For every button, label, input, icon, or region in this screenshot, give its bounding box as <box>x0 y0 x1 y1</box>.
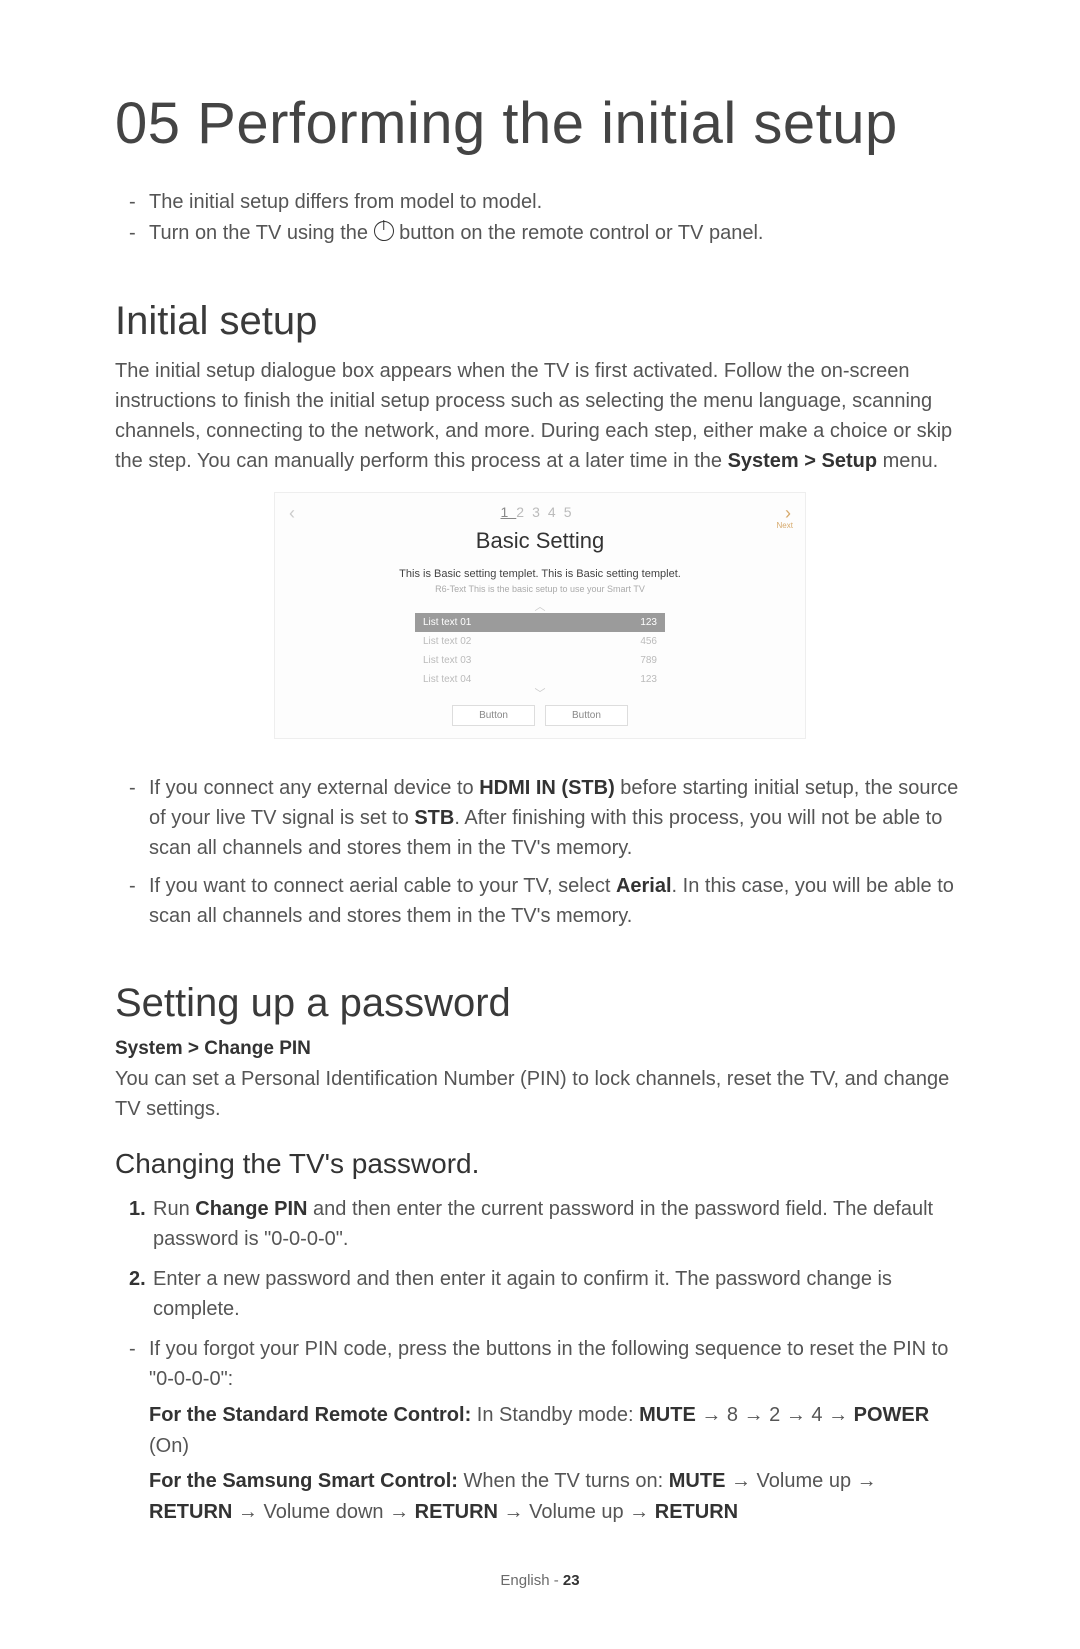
reset-sequence: For the Samsung Smart Control: When the … <box>149 1466 965 1528</box>
text: → Volume up → <box>725 1470 876 1492</box>
section-heading: Initial setup <box>115 299 965 344</box>
power-icon <box>374 221 394 241</box>
text: Run <box>153 1198 195 1220</box>
list-item: List text 04 123 <box>415 670 665 689</box>
list-label: List text 03 <box>423 655 471 666</box>
section-heading: Setting up a password <box>115 981 965 1026</box>
figure-subtext: R6-Text This is the basic setup to use y… <box>275 584 805 594</box>
menu-path: System > Change PIN <box>115 1038 965 1060</box>
text: button on the remote control or TV panel… <box>394 222 764 244</box>
text: Turn on the TV using the <box>149 222 374 244</box>
step-number: 1 <box>501 504 517 520</box>
page-footer: English - 23 <box>115 1572 965 1589</box>
text: → Volume up → <box>498 1501 655 1523</box>
reset-sequence: For the Standard Remote Control: In Stan… <box>149 1400 965 1462</box>
chevron-down-icon: ﹀ <box>275 691 805 698</box>
text: If you want to connect aerial cable to y… <box>149 875 616 897</box>
list-label: List text 02 <box>423 636 471 647</box>
list-item: List text 01 123 <box>415 613 665 632</box>
next-label: Next <box>777 521 793 530</box>
subsection-heading: Changing the TV's password. <box>115 1148 965 1180</box>
step-number: 4 <box>548 504 564 520</box>
term: Change PIN <box>195 1198 307 1220</box>
figure-top-bar: ‹ 12345 ›Next <box>275 503 805 524</box>
chevron-up-icon: ︿ <box>275 604 805 611</box>
chevron-left-icon: ‹ <box>289 503 295 524</box>
step-number: 2 <box>516 504 532 520</box>
chevron-right-icon: ›Next <box>785 503 791 524</box>
label: For the Samsung Smart Control: <box>149 1470 458 1492</box>
page-number: 23 <box>563 1572 580 1589</box>
sub-notes: If you forgot your PIN code, press the b… <box>129 1334 965 1394</box>
intro-item: The initial setup differs from model to … <box>129 187 965 218</box>
label: For the Standard Remote Control: <box>149 1404 471 1426</box>
list-value: 123 <box>640 617 657 628</box>
figure-list: List text 01 123 List text 02 456 List tex… <box>415 613 665 689</box>
step-item: Enter a new password and then enter it a… <box>129 1264 965 1324</box>
step-item: Run Change PIN and then enter the curren… <box>129 1194 965 1254</box>
list-label: List text 01 <box>423 617 471 628</box>
step-number: 3 <box>532 504 548 520</box>
text: In Standby mode: <box>471 1404 639 1426</box>
notes-list: If you connect any external device to HD… <box>129 773 965 931</box>
footer-language: English - <box>500 1572 563 1589</box>
intro-item: Turn on the TV using the button on the r… <box>129 218 965 249</box>
document-page: 05 Performing the initial setup The init… <box>0 0 1080 1649</box>
note-item: If you connect any external device to HD… <box>129 773 965 863</box>
menu-path: System > Setup <box>728 450 878 472</box>
key: RETURN <box>415 1501 498 1523</box>
figure-button: Button <box>545 705 628 726</box>
list-value: 789 <box>640 655 657 666</box>
setup-dialog-figure: ‹ 12345 ›Next Basic Setting This is Basi… <box>274 492 806 739</box>
body-paragraph: You can set a Personal Identification Nu… <box>115 1064 965 1124</box>
term: HDMI IN (STB) <box>479 777 615 799</box>
key: RETURN <box>149 1501 232 1523</box>
text: menu. <box>877 450 938 472</box>
intro-list: The initial setup differs from model to … <box>129 187 965 249</box>
text: → 8 → 2 → 4 → <box>696 1404 854 1426</box>
chapter-title: 05 Performing the initial setup <box>115 90 965 157</box>
body-paragraph: The initial setup dialogue box appears w… <box>115 356 965 476</box>
step-number: 5 <box>564 504 580 520</box>
key: RETURN <box>655 1501 738 1523</box>
text: If you connect any external device to <box>149 777 479 799</box>
term: Aerial <box>616 875 672 897</box>
list-label: List text 04 <box>423 674 471 685</box>
list-value: 123 <box>640 674 657 685</box>
figure-description: This is Basic setting templet. This is B… <box>275 568 805 580</box>
text: → Volume down → <box>232 1501 414 1523</box>
figure-title: Basic Setting <box>275 528 805 554</box>
note-item: If you forgot your PIN code, press the b… <box>129 1334 965 1394</box>
steps-list: Run Change PIN and then enter the curren… <box>129 1194 965 1324</box>
figure-button-row: Button Button <box>275 705 805 726</box>
text: When the TV turns on: <box>458 1470 669 1492</box>
key: MUTE <box>669 1470 726 1492</box>
step-indicator: 12345 <box>501 504 580 520</box>
list-value: 456 <box>640 636 657 647</box>
figure-button: Button <box>452 705 535 726</box>
list-item: List text 02 456 <box>415 632 665 651</box>
term: STB <box>414 807 454 829</box>
key: POWER <box>854 1404 930 1426</box>
note-item: If you want to connect aerial cable to y… <box>129 871 965 931</box>
list-item: List text 03 789 <box>415 651 665 670</box>
text: (On) <box>149 1435 189 1457</box>
key: MUTE <box>639 1404 696 1426</box>
